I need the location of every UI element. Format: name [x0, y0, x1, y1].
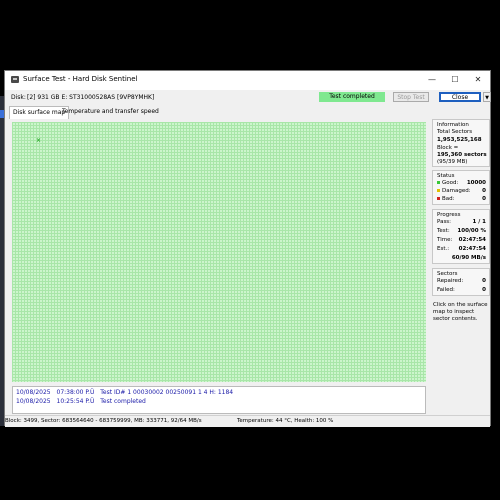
- log-date: 10/08/2025: [16, 398, 51, 405]
- desktop-background: [0, 426, 500, 500]
- time-row: Time: 02:47:54: [437, 237, 486, 243]
- tab-temperature-transfer-speed[interactable]: Temperature and transfer speed: [59, 106, 162, 118]
- bad-count: Bad: 0: [437, 196, 486, 202]
- good-count: Good: 10000: [437, 180, 486, 186]
- window-title: Surface Test - Hard Disk Sentinel: [23, 75, 138, 83]
- good-color-dot: [437, 181, 440, 184]
- status-group: Status Good: 10000 Damaged: 0 Bad: 0: [432, 170, 490, 205]
- information-group: Information Total Sectors 1,953,525,168 …: [432, 119, 490, 167]
- maximize-button[interactable]: ☐: [448, 74, 462, 86]
- stop-test-button[interactable]: Stop Test: [393, 92, 429, 102]
- sectors-title: Sectors: [437, 271, 458, 277]
- log-message: Test ID# 1 00030002 00250091 1 4 H: 1184: [100, 389, 234, 396]
- progress-group: Progress Pass: 1 / 1 Test: 100/00 % Time: 0…: [432, 209, 490, 264]
- total-sectors-value: 1,953,525,168: [437, 137, 482, 143]
- toolbar: Disk: [2] 931 GB E: ST31000528AS [9VP8YM…: [5, 90, 491, 106]
- test-row: Test: 100/00 %: [437, 228, 486, 234]
- failed-row: Failed: 0: [437, 287, 486, 293]
- repaired-row: Repaired: 0: [437, 278, 486, 284]
- disk-name: [2] 931 GB E: ST31000528AS [9VP8YMHK]: [27, 94, 155, 101]
- disk-surface-map[interactable]: ×: [12, 122, 426, 382]
- total-sectors-label: Total Sectors: [437, 129, 473, 135]
- test-log: 10/08/2025 07:38:00 P.Ü Test ID# 1 00030…: [12, 386, 426, 414]
- test-status-badge: Test completed: [319, 92, 385, 102]
- app-icon: [11, 76, 19, 83]
- information-title: Information: [437, 122, 469, 128]
- block-value: 195,360 sectors: [437, 152, 487, 158]
- pass-row: Pass: 1 / 1: [437, 219, 486, 225]
- surface-test-window: Surface Test - Hard Disk Sentinel — ☐ ✕ …: [4, 70, 491, 427]
- log-message: Test completed: [100, 398, 146, 405]
- title-bar[interactable]: Surface Test - Hard Disk Sentinel — ☐ ✕: [5, 71, 490, 90]
- status-title: Status: [437, 173, 455, 179]
- log-time: 07:38:00 P.Ü: [56, 389, 95, 396]
- est-row: Est.: 02:47:54: [437, 246, 486, 252]
- damaged-color-dot: [437, 189, 440, 192]
- progress-title: Progress: [437, 212, 461, 218]
- sectors-group: Sectors Repaired: 0 Failed: 0: [432, 268, 490, 296]
- block-status-text: Block: 3499, Sector: 683564640 - 6837599…: [5, 418, 202, 424]
- status-bar: Block: 3499, Sector: 683564640 - 6837599…: [5, 415, 490, 427]
- inspect-hint: Click on the surface map to inspect sect…: [433, 302, 488, 322]
- log-row: 10/08/2025 07:38:00 P.Ü Test ID# 1 00030…: [16, 389, 237, 396]
- damaged-count: Damaged: 0: [437, 188, 486, 194]
- block-label: Block =: [437, 145, 459, 151]
- temperature-health-text: Temperature: 44 °C, Health: 100 %: [237, 418, 334, 424]
- current-block-marker: ×: [36, 137, 42, 144]
- bad-color-dot: [437, 197, 440, 200]
- log-row: 10/08/2025 10:25:54 P.Ü Test completed: [16, 398, 150, 405]
- close-button[interactable]: Close: [439, 92, 481, 102]
- log-time: 10:25:54 P.Ü: [56, 398, 95, 405]
- disk-label: Disk:: [11, 94, 26, 101]
- minimize-button[interactable]: —: [425, 74, 439, 86]
- chevron-down-icon[interactable]: ▼: [483, 92, 491, 102]
- block-size: (95/39 MB): [437, 159, 468, 165]
- log-date: 10/08/2025: [16, 389, 51, 396]
- side-panel: Information Total Sectors 1,953,525,168 …: [432, 119, 490, 389]
- close-window-button[interactable]: ✕: [471, 74, 485, 86]
